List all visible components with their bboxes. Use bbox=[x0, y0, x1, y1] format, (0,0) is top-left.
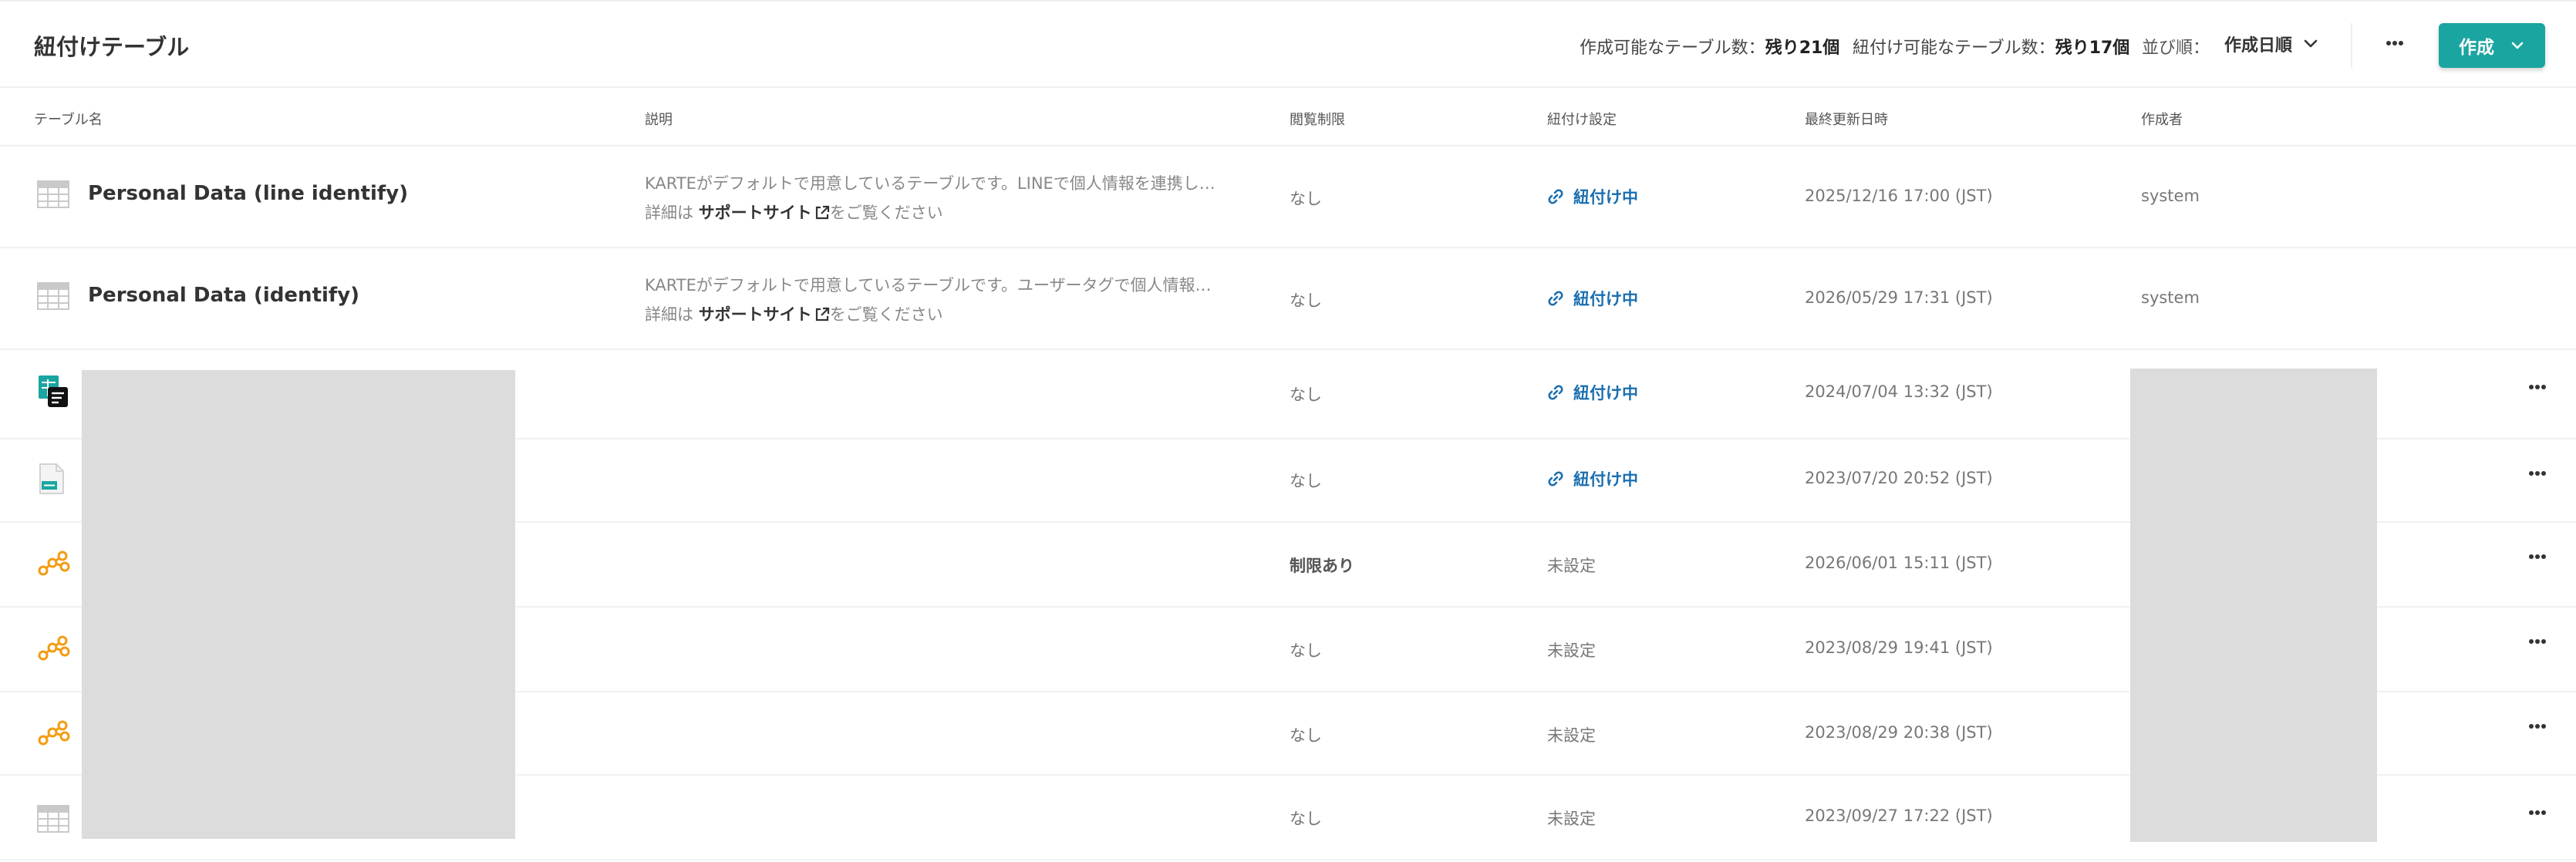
link-status[interactable]: 紐付け中 bbox=[1547, 185, 1638, 208]
external-link-icon bbox=[815, 205, 829, 220]
description-detail: 詳細は サポートサイト をご覧ください bbox=[645, 204, 943, 222]
access-restriction: なし bbox=[1290, 726, 1322, 745]
sheet-icon bbox=[39, 375, 68, 407]
link-status[interactable]: 未設定 bbox=[1547, 554, 1596, 577]
link-icon bbox=[1548, 385, 1563, 400]
updated-at: 2023/08/29 20:38 (JST) bbox=[1805, 723, 1993, 742]
column-header-name: テーブル名 bbox=[34, 112, 103, 128]
connector-icon bbox=[38, 551, 70, 576]
row-more-button[interactable] bbox=[2522, 712, 2553, 740]
more-horizontal-icon bbox=[2529, 554, 2546, 559]
row-more-button[interactable] bbox=[2522, 543, 2553, 571]
updated-at: 2026/06/01 15:11 (JST) bbox=[1805, 554, 1993, 572]
more-horizontal-icon bbox=[2529, 724, 2546, 729]
row-more-button[interactable] bbox=[2522, 460, 2553, 487]
updated-at: 2026/05/29 17:31 (JST) bbox=[1805, 288, 1993, 307]
description-detail: 詳細は サポートサイト をご覧ください bbox=[645, 305, 943, 324]
connector-icon bbox=[38, 635, 70, 661]
chevron-down-icon bbox=[2304, 39, 2318, 48]
table-icon bbox=[37, 180, 69, 208]
redacted-table-names bbox=[82, 370, 515, 839]
access-restriction: なし bbox=[1290, 291, 1322, 310]
more-options-button[interactable] bbox=[2379, 28, 2410, 59]
updated-at: 2024/07/04 13:32 (JST) bbox=[1805, 382, 1993, 401]
row-more-button[interactable] bbox=[2522, 628, 2553, 655]
redacted-authors bbox=[2130, 369, 2377, 842]
link-icon bbox=[1548, 471, 1563, 487]
link-icon bbox=[1548, 189, 1563, 204]
link-status[interactable]: 未設定 bbox=[1547, 723, 1596, 746]
more-horizontal-icon bbox=[2529, 639, 2546, 644]
access-restriction: 制限あり bbox=[1290, 557, 1354, 575]
column-header-access: 閲覧制限 bbox=[1290, 112, 1345, 128]
updated-at: 2023/09/27 17:22 (JST) bbox=[1805, 806, 1993, 825]
create-button[interactable]: 作成 bbox=[2439, 23, 2545, 68]
connector-icon bbox=[38, 720, 70, 746]
table-description: KARTEがデフォルトで用意しているテーブルです。ユーザータグで個人情報… bbox=[645, 276, 1212, 295]
more-horizontal-icon bbox=[2529, 810, 2546, 815]
column-header-author: 作成者 bbox=[2141, 112, 2183, 128]
more-horizontal-icon bbox=[2386, 41, 2403, 45]
column-header-link: 紐付け設定 bbox=[1547, 112, 1617, 128]
column-header-updated: 最終更新日時 bbox=[1805, 112, 1888, 128]
link-status[interactable]: 紐付け中 bbox=[1547, 381, 1638, 404]
table-name[interactable]: Personal Data (line identify) bbox=[88, 182, 408, 205]
author: system bbox=[2141, 187, 2200, 205]
column-header-description: 説明 bbox=[645, 112, 673, 128]
linkable-count: 紐付け可能なテーブル数：残り17個 bbox=[1853, 39, 2130, 58]
updated-at: 2025/12/16 17:00 (JST) bbox=[1805, 187, 1993, 205]
sort-select[interactable]: 作成日順 bbox=[2224, 28, 2318, 60]
access-restriction: なし bbox=[1290, 810, 1322, 828]
page-title: 紐付けテーブル bbox=[34, 34, 190, 60]
more-horizontal-icon bbox=[2529, 471, 2546, 476]
external-link-icon bbox=[815, 307, 829, 322]
table-name[interactable]: Personal Data (identify) bbox=[88, 284, 359, 307]
sort-label: 並び順： bbox=[2142, 39, 2210, 58]
support-site-link[interactable]: サポートサイト bbox=[699, 204, 812, 222]
link-icon bbox=[1548, 291, 1563, 306]
table-icon bbox=[37, 805, 69, 833]
more-horizontal-icon bbox=[2529, 385, 2546, 389]
access-restriction: なし bbox=[1290, 472, 1322, 490]
table-row[interactable]: Personal Data (line identify) KARTEがデフォル… bbox=[0, 146, 2576, 248]
table-description: KARTEがデフォルトで用意しているテーブルです。LINEで個人情報を連携し… bbox=[645, 174, 1216, 193]
row-more-button[interactable] bbox=[2522, 799, 2553, 827]
table-icon bbox=[37, 282, 69, 310]
updated-at: 2023/07/20 20:52 (JST) bbox=[1805, 469, 1993, 487]
csv-file-icon bbox=[39, 463, 64, 494]
access-restriction: なし bbox=[1290, 386, 1322, 404]
header-divider bbox=[2351, 23, 2352, 68]
chevron-down-icon bbox=[2511, 42, 2524, 49]
updated-at: 2023/08/29 19:41 (JST) bbox=[1805, 638, 1993, 657]
link-status[interactable]: 紐付け中 bbox=[1547, 287, 1638, 310]
author: system bbox=[2141, 288, 2200, 307]
link-status[interactable]: 紐付け中 bbox=[1547, 467, 1638, 490]
table-row[interactable]: Personal Data (identify) KARTEがデフォルトで用意し… bbox=[0, 248, 2576, 350]
creatable-count: 作成可能なテーブル数：残り21個 bbox=[1580, 39, 1840, 58]
link-status[interactable]: 未設定 bbox=[1547, 638, 1596, 662]
access-restriction: なし bbox=[1290, 641, 1322, 660]
page-header: 紐付けテーブル 作成可能なテーブル数：残り21個 紐付け可能なテーブル数：残り1… bbox=[0, 2, 2576, 88]
link-status[interactable]: 未設定 bbox=[1547, 806, 1596, 830]
table-bottom-border bbox=[0, 859, 2576, 860]
support-site-link[interactable]: サポートサイト bbox=[699, 305, 812, 324]
access-restriction: なし bbox=[1290, 190, 1322, 208]
row-more-button[interactable] bbox=[2522, 373, 2553, 401]
